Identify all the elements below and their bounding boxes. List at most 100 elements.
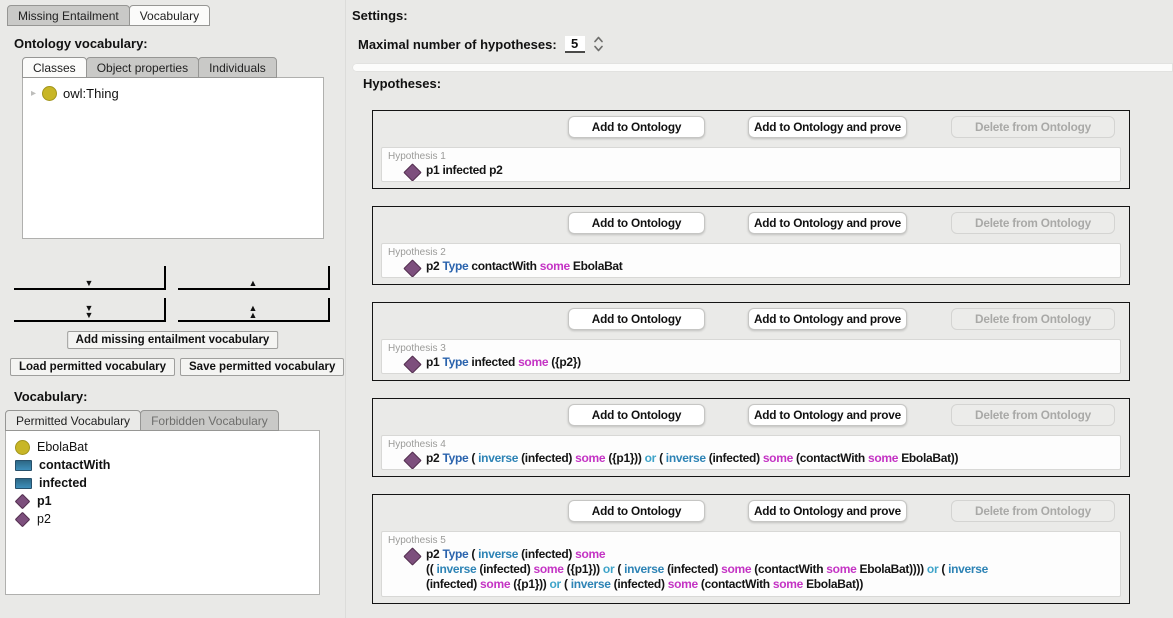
tab-classes[interactable]: Classes [22, 57, 87, 78]
hypothesis-expression: p2 Type ( inverse (infected) some ({p1})… [426, 451, 958, 466]
class-tree-panel[interactable]: ▸ owl:Thing [22, 77, 324, 239]
delete-from-ontology-button: Delete from Ontology [951, 308, 1115, 330]
max-hypotheses-label: Maximal number of hypotheses: [358, 37, 557, 52]
hypothesis-title: Hypothesis 2 [388, 247, 1120, 258]
individual-icon [403, 163, 421, 181]
add-to-ontology-button[interactable]: Add to Ontology [568, 212, 705, 234]
move-button-grid: ▼ ▲ ▼▼ ▲▲ [14, 266, 330, 322]
vocab-item-label: p2 [37, 512, 51, 526]
tab-vocabulary[interactable]: Vocabulary [129, 5, 210, 26]
hypothesis-content: Hypothesis 4p2 Type ( inverse (infected)… [381, 435, 1121, 470]
hypothesis-content: Hypothesis 3p1 Type infected some ({p2}) [381, 339, 1121, 374]
hypothesis-content: Hypothesis 1p1 infected p2 [381, 147, 1121, 182]
chevron-up-icon: ▲ [249, 280, 258, 287]
max-hypotheses-stepper[interactable] [593, 34, 604, 54]
vocabulary-label: Vocabulary: [14, 389, 87, 404]
add-to-ontology-and-prove-button[interactable]: Add to Ontology and prove [748, 116, 907, 138]
double-chevron-up-icon: ▲▲ [249, 305, 258, 319]
disclosure-triangle-icon[interactable]: ▸ [31, 88, 36, 99]
hypothesis-expression: p2 Type contactWith some EbolaBat [426, 259, 623, 274]
object-property-icon [15, 478, 32, 489]
tree-item-label: owl:Thing [63, 86, 119, 101]
stepper-up-icon [595, 38, 602, 42]
move-up-button[interactable]: ▲ [178, 266, 330, 290]
permitted-vocabulary-list[interactable]: EbolaBat contactWith infected p1 p2 [5, 430, 320, 595]
hypothesis-expression: p1 infected p2 [426, 163, 502, 178]
delete-from-ontology-button: Delete from Ontology [951, 116, 1115, 138]
delete-from-ontology-button: Delete from Ontology [951, 404, 1115, 426]
chevron-down-icon: ▼ [85, 280, 94, 287]
hypothesis-body: p2 Type ( inverse (infected) some ({p1})… [406, 451, 1120, 467]
individual-icon [403, 259, 421, 277]
settings-label: Settings: [352, 8, 408, 23]
load-permitted-vocabulary-button[interactable]: Load permitted vocabulary [10, 358, 175, 376]
tab-permitted-vocabulary[interactable]: Permitted Vocabulary [5, 410, 141, 431]
move-down-button[interactable]: ▼ [14, 266, 166, 290]
add-to-ontology-and-prove-button[interactable]: Add to Ontology and prove [748, 500, 907, 522]
vocab-item-label: EbolaBat [37, 440, 88, 454]
add-to-ontology-button[interactable]: Add to Ontology [568, 404, 705, 426]
class-icon [15, 440, 30, 455]
hypothesis-card: Add to Ontology Add to Ontology and prove… [372, 110, 1130, 189]
hypothesis-content: Hypothesis 2p2 Type contactWith some Ebo… [381, 243, 1121, 278]
main-tabbar: Missing Entailment Vocabulary [7, 5, 209, 26]
hypotheses-label: Hypotheses: [363, 76, 441, 91]
vocabulary-panel: Missing Entailment Vocabulary Ontology v… [0, 0, 345, 618]
hypothesis-card: Add to Ontology Add to Ontology and prove… [372, 398, 1130, 477]
add-to-ontology-and-prove-button[interactable]: Add to Ontology and prove [748, 308, 907, 330]
hypothesis-body: p1 Type infected some ({p2}) [406, 355, 1120, 371]
hypothesis-body: p2 Type ( inverse (infected) some(( inve… [406, 547, 1120, 592]
vocab-item-p2[interactable]: p2 [6, 510, 319, 528]
hypothesis-content: Hypothesis 5p2 Type ( inverse (infected)… [381, 531, 1121, 597]
tab-forbidden-vocabulary[interactable]: Forbidden Vocabulary [140, 410, 279, 431]
add-to-ontology-button[interactable]: Add to Ontology [568, 116, 705, 138]
add-to-ontology-button[interactable]: Add to Ontology [568, 308, 705, 330]
max-hypotheses-row: Maximal number of hypotheses: 5 [358, 34, 604, 54]
max-hypotheses-input[interactable]: 5 [565, 36, 585, 53]
vocab-item-label: infected [39, 476, 87, 490]
tab-individuals[interactable]: Individuals [198, 57, 277, 78]
hypothesis-card: Add to Ontology Add to Ontology and prove… [372, 494, 1130, 604]
ontology-vocab-tabbar: Classes Object properties Individuals [22, 57, 276, 78]
vocabulary-tabbar: Permitted Vocabulary Forbidden Vocabular… [5, 410, 278, 431]
tree-item-owl-thing[interactable]: ▸ owl:Thing [23, 78, 323, 101]
hypothesis-card: Add to Ontology Add to Ontology and prove… [372, 206, 1130, 285]
add-to-ontology-button[interactable]: Add to Ontology [568, 500, 705, 522]
individual-icon [15, 493, 31, 509]
add-missing-entailment-vocabulary-button[interactable]: Add missing entailment vocabulary [67, 331, 279, 349]
stepper-down-icon [595, 47, 602, 51]
hypothesis-title: Hypothesis 1 [388, 151, 1120, 162]
vocab-item-contactWith[interactable]: contactWith [6, 456, 319, 474]
object-property-icon [15, 460, 32, 471]
individual-icon [15, 511, 31, 527]
individual-icon [403, 451, 421, 469]
add-to-ontology-and-prove-button[interactable]: Add to Ontology and prove [748, 404, 907, 426]
vocab-item-infected[interactable]: infected [6, 474, 319, 492]
vocab-item-EbolaBat[interactable]: EbolaBat [6, 438, 319, 456]
class-icon [42, 86, 57, 101]
vocab-item-p1[interactable]: p1 [6, 492, 319, 510]
double-move-down-button[interactable]: ▼▼ [14, 298, 166, 322]
hypothesis-body: p1 infected p2 [406, 163, 1120, 179]
double-chevron-down-icon: ▼▼ [85, 305, 94, 319]
tab-missing-entailment[interactable]: Missing Entailment [7, 5, 130, 26]
vocab-item-label: p1 [37, 494, 52, 508]
individual-icon [403, 547, 421, 565]
hypothesis-title: Hypothesis 4 [388, 439, 1120, 450]
hypothesis-expression: p2 Type ( inverse (infected) some(( inve… [426, 547, 988, 592]
delete-from-ontology-button: Delete from Ontology [951, 500, 1115, 522]
delete-from-ontology-button: Delete from Ontology [951, 212, 1115, 234]
ontology-vocabulary-label: Ontology vocabulary: [14, 36, 148, 51]
hypothesis-title: Hypothesis 3 [388, 343, 1120, 354]
save-permitted-vocabulary-button[interactable]: Save permitted vocabulary [180, 358, 344, 376]
hypothesis-card: Add to Ontology Add to Ontology and prove… [372, 302, 1130, 381]
hypothesis-body: p2 Type contactWith some EbolaBat [406, 259, 1120, 275]
double-move-up-button[interactable]: ▲▲ [178, 298, 330, 322]
hypothesis-expression: p1 Type infected some ({p2}) [426, 355, 581, 370]
tab-object-properties[interactable]: Object properties [86, 57, 199, 78]
hypothesis-title: Hypothesis 5 [388, 535, 1120, 546]
add-to-ontology-and-prove-button[interactable]: Add to Ontology and prove [748, 212, 907, 234]
settings-divider [352, 63, 1173, 72]
vocab-item-label: contactWith [39, 458, 110, 472]
individual-icon [403, 355, 421, 373]
